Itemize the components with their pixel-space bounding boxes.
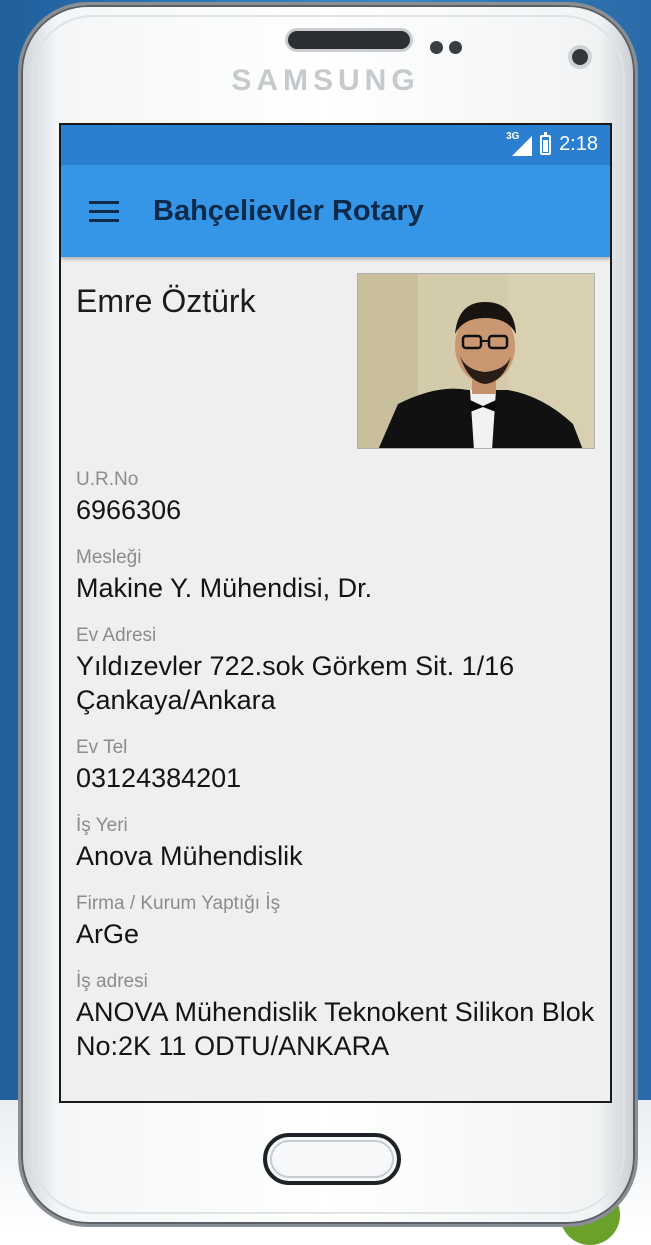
phone-screen: 3G 2:18 Bahçelievler Rotary Emre Öztürk <box>59 123 612 1103</box>
status-time: 2:18 <box>559 133 598 155</box>
app-bar: Bahçelievler Rotary <box>61 165 610 257</box>
field-label: İş adresi <box>76 971 148 992</box>
field-work-address: İş adresi ANOVA Mühendislik Teknokent Si… <box>76 969 596 1063</box>
field-company-business: Firma / Kurum Yaptığı İş ArGe <box>76 891 596 951</box>
field-value: 6966306 <box>76 495 182 525</box>
field-label: Ev Tel <box>76 737 128 758</box>
field-ur-no: U.R.No 6966306 <box>76 467 596 527</box>
field-workplace: İş Yeri Anova Mühendislik <box>76 813 596 873</box>
field-label: İş Yeri <box>76 815 128 836</box>
battery-icon <box>540 131 552 155</box>
field-value: Anova Mühendislik <box>76 841 303 871</box>
field-value: Makine Y. Mühendisi, Dr. <box>76 573 373 603</box>
home-button[interactable] <box>262 1132 402 1186</box>
front-camera-icon <box>572 49 588 65</box>
profile-content[interactable]: Emre Öztürk U.R.No 6966306 Mesleği Makin… <box>61 257 610 1101</box>
field-value: ArGe <box>76 919 140 949</box>
member-name: Emre Öztürk <box>76 283 256 319</box>
proximity-sensor <box>430 41 443 54</box>
field-occupation: Mesleği Makine Y. Mühendisi, Dr. <box>76 545 596 605</box>
field-value: Yıldızevler 722.sok Görkem Sit. 1/16 Çan… <box>76 651 515 715</box>
hamburger-menu-icon[interactable] <box>89 199 119 223</box>
member-photo <box>357 273 595 449</box>
earpiece-speaker <box>288 31 410 49</box>
field-label: Ev Adresi <box>76 625 157 646</box>
light-sensor <box>449 41 462 54</box>
profile-fields: U.R.No 6966306 Mesleği Makine Y. Mühendi… <box>76 467 596 1081</box>
field-home-phone: Ev Tel 03124384201 <box>76 735 596 795</box>
status-bar: 3G 2:18 <box>61 125 610 165</box>
field-label: Firma / Kurum Yaptığı İş <box>76 893 281 914</box>
field-value: ANOVA Mühendislik Teknokent Silikon Blok… <box>76 997 595 1061</box>
cell-signal-icon: 3G <box>506 131 533 156</box>
app-title: Bahçelievler Rotary <box>153 195 424 227</box>
field-label: U.R.No <box>76 469 139 490</box>
device-brand: SAMSUNG <box>231 64 420 97</box>
field-home-address: Ev Adresi Yıldızevler 722.sok Görkem Sit… <box>76 623 596 717</box>
field-value[interactable]: 03124384201 <box>76 761 596 795</box>
field-label: Mesleği <box>76 547 142 568</box>
